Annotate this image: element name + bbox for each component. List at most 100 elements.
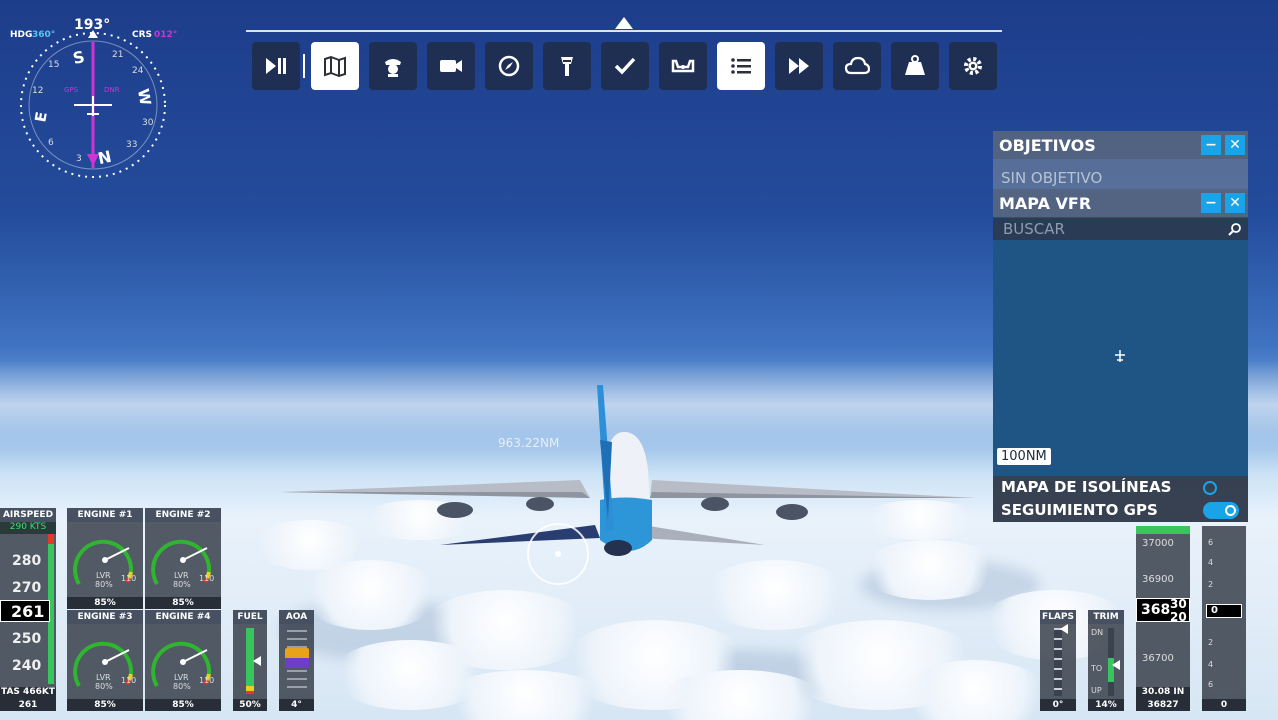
toolbar-objectives-button[interactable] <box>717 42 765 90</box>
toolbar-settings-button[interactable] <box>949 42 997 90</box>
vsi-footer: 0 <box>1202 699 1246 711</box>
airspeed-title: AIRSPEED <box>0 508 56 522</box>
engine-footer: 85% <box>67 699 143 711</box>
crs-value: 012° <box>154 30 178 40</box>
compass-tick-30: 30 <box>142 118 154 128</box>
toolbar-pilot-button[interactable] <box>369 42 417 90</box>
airspeed-footer: 261 <box>0 699 56 711</box>
toolbar-separator <box>303 54 305 78</box>
vfr-map-view[interactable]: 100NM <box>993 218 1248 476</box>
dnr-label: DNR <box>104 86 120 94</box>
crs-label: CRS <box>132 30 153 40</box>
distance-marker: 963.22NM <box>498 436 560 450</box>
objectives-empty-text: SIN OBJETIVO <box>1001 169 1103 187</box>
gps-label: GPS <box>64 86 79 94</box>
hdg-label: HDG <box>10 30 33 40</box>
map-scale: 100NM <box>997 448 1051 465</box>
gps-follow-label: SEGUIMIENTO GPS <box>1001 501 1158 519</box>
toolbar-controls-button[interactable] <box>659 42 707 90</box>
isolines-option[interactable]: MAPA DE ISOLÍNEAS <box>993 476 1248 499</box>
toolbar-simrate-button[interactable] <box>775 42 823 90</box>
toolbar-checklist-button[interactable] <box>601 42 649 90</box>
vfr-search-input[interactable]: BUSCAR <box>993 218 1248 240</box>
hdg-value: 360° <box>32 30 56 40</box>
aoa-title: AOA <box>279 610 314 624</box>
vfr-map-title: MAPA VFR <box>999 193 1092 213</box>
altitude-current-box: 368 30 20 <box>1136 597 1190 624</box>
engine-lvr-value: 80% <box>173 580 191 589</box>
search-placeholder: BUSCAR <box>1003 220 1065 238</box>
tower-icon <box>561 57 573 76</box>
isolines-label: MAPA DE ISOLÍNEAS <box>1001 478 1172 496</box>
engine-footer: 85% <box>145 597 221 609</box>
vsi-tick-2-down: 2 <box>1208 638 1214 647</box>
camera-icon <box>440 60 462 72</box>
vfr-minimize-button[interactable]: − <box>1201 193 1221 213</box>
vsi-tick-4-down: 4 <box>1208 660 1214 669</box>
list-icon <box>731 58 751 74</box>
vsi-tick-4-up: 4 <box>1208 558 1214 567</box>
objectives-minimize-button[interactable]: − <box>1201 135 1221 155</box>
check-icon <box>614 57 636 75</box>
aoa-gauge: AOA 4° <box>279 610 314 711</box>
vfr-close-button[interactable]: ✕ <box>1225 193 1245 213</box>
engine-footer: 85% <box>145 699 221 711</box>
vertical-speed-indicator: 6 4 2 2 4 6 0 0 <box>1202 526 1246 711</box>
compass-tick-12: 12 <box>32 86 44 96</box>
aircraft-position-icon <box>1115 350 1125 362</box>
toolbar-atc-button[interactable] <box>543 42 591 90</box>
altitude-indicator: 37000 36900 36700 368 30 20 30.08 IN 368… <box>1136 526 1190 711</box>
airspeed-indicator: AIRSPEED 290 KTS 280 270 250 240 261 TAS… <box>0 508 56 711</box>
altitude-roll-top: 30 <box>1170 597 1187 611</box>
altitude-tick-36700: 36700 <box>1142 653 1174 664</box>
vfr-map-header[interactable]: MAPA VFR − ✕ <box>993 189 1248 217</box>
fuel-level-marker <box>253 656 261 666</box>
trim-marker <box>1112 660 1120 670</box>
toolbar-weight-button[interactable] <box>891 42 939 90</box>
minimize-icon: − <box>1205 195 1217 211</box>
close-icon: ✕ <box>1229 195 1241 211</box>
flaps-title: FLAPS <box>1040 610 1076 624</box>
weight-icon <box>905 55 925 75</box>
trim-up: UP <box>1091 686 1102 695</box>
map-icon <box>324 55 346 78</box>
compass-tick-3: 3 <box>76 154 82 164</box>
toolbar-rail <box>246 30 1002 32</box>
compass-tick-15: 15 <box>48 60 60 70</box>
compass-tick-6: 6 <box>48 138 54 148</box>
aoa-indicator <box>285 648 309 668</box>
toolbar-weather-button[interactable] <box>833 42 881 90</box>
altitude-current: 368 <box>1141 602 1171 618</box>
vsi-tick-6-up: 6 <box>1208 538 1214 547</box>
engine-title: ENGINE #3 <box>67 610 143 624</box>
aoa-footer: 4° <box>279 699 314 711</box>
airspeed-tick-240: 240 <box>12 658 42 674</box>
engine-footer: 85% <box>67 597 143 609</box>
engine-lvr-value: 80% <box>173 682 191 691</box>
airspeed-current: 261 <box>11 602 45 621</box>
engine-max: 110 <box>121 676 137 685</box>
flaps-scale <box>1054 628 1062 696</box>
aim-reticle <box>527 523 589 585</box>
engine-3-gauge: ENGINE #3 LVR 80% 110 85% <box>67 610 143 711</box>
toolbar-pause-button[interactable] <box>252 42 300 90</box>
gear-icon <box>964 57 982 75</box>
objectives-header[interactable]: OBJETIVOS − ✕ <box>993 131 1248 159</box>
engine-lvr-label: LVR <box>174 673 189 682</box>
objectives-close-button[interactable]: ✕ <box>1225 135 1245 155</box>
airspeed-tas: TAS 466KT <box>0 687 56 699</box>
airspeed-tick-270: 270 <box>12 580 42 596</box>
play-pause-icon <box>266 58 286 74</box>
toolbar-map-button[interactable] <box>311 42 359 90</box>
toolbar-collapse-caret[interactable] <box>615 17 633 29</box>
toolbar-camera-button[interactable] <box>427 42 475 90</box>
isolines-toggle[interactable] <box>1203 481 1217 495</box>
gps-follow-toggle[interactable] <box>1203 502 1239 519</box>
airspeed-current-box: 261 <box>0 600 50 622</box>
engine-title: ENGINE #1 <box>67 508 143 522</box>
objectives-body: SIN OBJETIVO <box>993 159 1248 189</box>
toolbar-navlog-button[interactable] <box>485 42 533 90</box>
gps-follow-option[interactable]: SEGUIMIENTO GPS <box>993 499 1248 522</box>
engine-title: ENGINE #2 <box>145 508 221 522</box>
pilot-icon <box>385 59 401 77</box>
